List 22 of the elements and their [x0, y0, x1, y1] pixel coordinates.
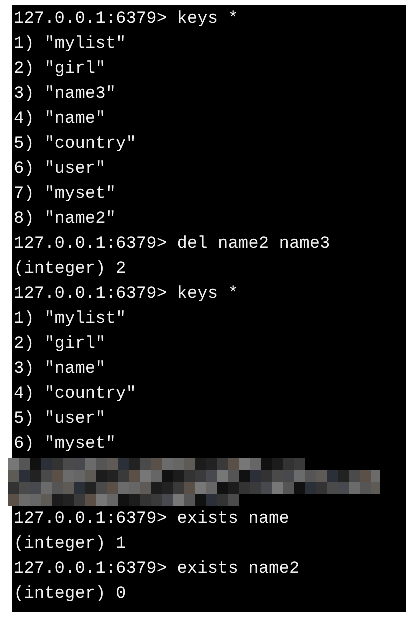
terminal-line: (integer) 0	[14, 584, 126, 606]
terminal-line: 127.0.0.1:6379> exists name	[14, 509, 290, 531]
terminal-line: 127.0.0.1:6379> keys *	[14, 9, 238, 31]
terminal-line: 127.0.0.1:6379> del name2 name3	[14, 234, 330, 256]
terminal-line: 1) "mylist"	[14, 309, 126, 331]
terminal-line: 8) "name2"	[14, 209, 116, 231]
terminal-line: 3) "name3"	[14, 84, 116, 106]
terminal-line: 5) "country"	[14, 134, 136, 156]
terminal-line: (integer) 2	[14, 259, 126, 281]
terminal-line: 5) "user"	[14, 409, 106, 431]
terminal-line: (integer) 1	[14, 534, 126, 556]
terminal-line: 1) "mylist"	[14, 34, 126, 56]
terminal-line: 2) "girl"	[14, 334, 106, 356]
terminal-line: 4) "country"	[14, 384, 136, 406]
terminal-line: 127.0.0.1:6379> exists name2	[14, 559, 300, 581]
terminal-line: 127.0.0.1:6379> keys *	[14, 284, 238, 306]
terminal-line: 6) "user"	[14, 159, 106, 181]
terminal-line: 7) "myset"	[14, 184, 116, 206]
terminal-line: 4) "name"	[14, 109, 106, 131]
terminal-line: 3) "name"	[14, 359, 106, 381]
terminal-line: 2) "girl"	[14, 59, 106, 81]
terminal-line: 6) "myset"	[14, 434, 116, 456]
